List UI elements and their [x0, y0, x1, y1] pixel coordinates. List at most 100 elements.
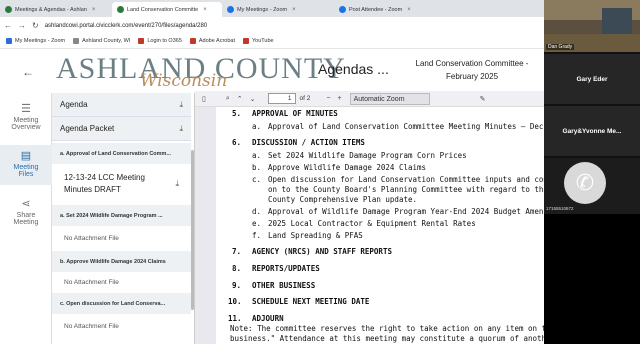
item-letter: d. [252, 207, 262, 216]
bookmark-o365[interactable]: Login to O365 [138, 38, 182, 44]
section-header[interactable]: b. Approve Wildlife Damage 2024 Claims [52, 251, 191, 272]
page-total: of 2 [299, 95, 311, 102]
download-icon[interactable]: ⤓ [179, 100, 183, 110]
phone-number: 17155510672 [546, 206, 574, 211]
item-letter: b. [252, 163, 262, 172]
item-letter: c. [252, 175, 262, 184]
agenda-item: Approval of Land Conservation Committee … [268, 122, 544, 131]
file-label: No Attachment File [64, 322, 119, 330]
item-number: 7. [232, 247, 242, 256]
rail-item-share[interactable]: ⋖ Share Meeting [0, 193, 52, 235]
office-icon [138, 38, 145, 44]
agenda-item: Approval of Wildlife Damage Program Year… [268, 207, 544, 216]
zoom-participants: Dan Grady Gary Eder Gary&Yvonne Me... ✆ … [544, 0, 640, 344]
rail-item-files[interactable]: ▤ Meeting Files [0, 145, 52, 185]
url-field[interactable]: ashlandcowi.portal.civicclerk.com/event/… [45, 23, 207, 29]
agenda-note: Note: The committee reserves the right t… [230, 324, 544, 333]
participant-tile[interactable]: Gary&Yvonne Me... [544, 106, 640, 156]
close-icon[interactable]: × [292, 7, 296, 13]
bookmark-youtube[interactable]: YouTube [242, 38, 274, 44]
back-arrow-icon[interactable]: ← [22, 65, 34, 79]
close-icon[interactable]: × [92, 7, 96, 13]
panel-scrollbar[interactable] [191, 150, 194, 310]
agenda-packet-label: Agenda Packet [60, 124, 115, 133]
address-bar: ← → ↻ ashlandcowi.portal.civicclerk.com/… [0, 17, 544, 34]
section-header[interactable]: c. Open discussion for Land Conserva... [52, 293, 191, 314]
bookmark-adobe[interactable]: Adobe Acrobat [189, 38, 235, 44]
list-icon: ☰ [21, 103, 31, 115]
phone-icon: ✆ [575, 170, 595, 195]
file-item[interactable]: 12-13-24 LCC Meeting Minutes DRAFT ⤓ [52, 171, 191, 197]
download-icon[interactable]: ⤓ [179, 124, 183, 134]
agenda-heading: ADJOURN [252, 314, 284, 323]
agenda-packet-row[interactable]: Agenda Packet ⤓ [52, 117, 191, 141]
item-number: 9. [232, 281, 242, 290]
bookmark-label: My Meetings - Zoom [15, 38, 66, 44]
tab-meetings-agendas[interactable]: Meetings & Agendas - Ashlan × [0, 2, 112, 17]
file-item: No Attachment File [52, 229, 191, 247]
section-header[interactable]: a. Set 2024 Wildlife Damage Program ... [52, 205, 191, 226]
tab-land-conservation[interactable]: Land Conservation Committe × [112, 2, 222, 17]
tab-label: My Meetings - Zoom [237, 6, 288, 13]
participant-name: Dan Grady [546, 44, 575, 50]
adobe-icon [189, 38, 196, 44]
file-label: No Attachment File [64, 234, 119, 242]
bookmark-label: Adobe Acrobat [198, 38, 235, 44]
close-icon[interactable]: × [203, 7, 207, 13]
tab-post-attendee-zoom[interactable]: Post Attendee - Zoom × [334, 2, 446, 17]
file-label: No Attachment File [64, 278, 119, 286]
rail-label: Files [18, 171, 34, 178]
agenda-heading: DISCUSSION / ACTION ITEMS [252, 138, 365, 147]
meeting-title: Land Conservation Committee - February 2… [415, 59, 529, 81]
agenda-heading: SCHEDULE NEXT MEETING DATE [252, 297, 370, 306]
agenda-heading: REPORTS/UPDATES [252, 264, 320, 273]
item-letter: a. [252, 151, 262, 160]
draw-icon[interactable]: ✎ [480, 95, 486, 103]
agenda-item-cont: County Comprehensive Plan update. [268, 195, 418, 204]
rail-label: Share [16, 212, 36, 219]
bookmark-my-meetings[interactable]: My Meetings - Zoom [6, 38, 65, 44]
zoom-select[interactable]: Automatic Zoom [349, 92, 430, 105]
pdf-toolbar: ▯ ⌕ ⌃ ⌄ 1 of 2 − + Automatic Zoom ✎ [195, 91, 544, 107]
zoom-out-icon[interactable]: − [326, 95, 330, 102]
rail-item-overview[interactable]: ☰ Meeting Overview [0, 97, 52, 139]
reload-icon[interactable]: ↻ [32, 21, 39, 30]
agenda-item: Open discussion for Land Conservation Co… [268, 175, 544, 184]
page-up-icon[interactable]: ⌃ [237, 95, 243, 103]
app-header: ← ASHLAND COUNTY Wisconsin Agendas ... L… [0, 49, 544, 93]
agenda-row[interactable]: Agenda ⤓ [52, 93, 191, 117]
youtube-icon [242, 38, 249, 44]
rail-label: Meeting [13, 164, 39, 171]
forward-arrow-icon[interactable]: → [18, 21, 26, 30]
rail-label: Meeting [13, 117, 39, 124]
agenda-heading: APPROVAL OF MINUTES [252, 109, 338, 118]
participant-tile[interactable]: Gary Eder [544, 54, 640, 104]
page-title: Agendas ... [318, 61, 389, 77]
item-number: 10. [228, 297, 242, 306]
tab-label: Meetings & Agendas - Ashlan [15, 6, 87, 13]
county-icon [73, 38, 80, 44]
bookmark-ashland-county[interactable]: Ashland County, WI [73, 38, 130, 44]
back-arrow-icon[interactable]: ← [4, 21, 12, 30]
page-down-icon[interactable]: ⌄ [250, 95, 256, 103]
section-header[interactable]: a. Approval of Land Conservation Comm... [52, 143, 191, 164]
video-tile[interactable]: Dan Grady [544, 0, 640, 52]
download-icon[interactable]: ⤓ [175, 178, 179, 190]
sidebar-toggle-icon[interactable]: ▯ [202, 95, 206, 103]
share-icon: ⋖ [21, 198, 31, 210]
search-icon[interactable]: ⌕ [226, 95, 230, 103]
tab-my-meetings-zoom[interactable]: My Meetings - Zoom × [222, 2, 334, 17]
file-item: No Attachment File [52, 317, 191, 335]
rail-label: Overview [11, 124, 41, 131]
tab-label: Land Conservation Committe [127, 6, 199, 13]
pdf-page: 5. APPROVAL OF MINUTES a. Approval of La… [216, 107, 544, 344]
agenda-item: Approve Wildlife Damage 2024 Claims [268, 163, 427, 172]
bookmark-label: Ashland County, WI [82, 38, 131, 44]
agenda-heading: AGENCY (NRCS) AND STAFF REPORTS [252, 247, 392, 256]
page-number-input[interactable]: 1 [267, 93, 296, 104]
close-icon[interactable]: × [407, 7, 411, 13]
screen: Meetings & Agendas - Ashlan × Land Conse… [0, 0, 640, 344]
file-label: 12-13-24 LCC Meeting Minutes DRAFT [64, 173, 145, 194]
zoom-in-icon[interactable]: + [337, 95, 341, 102]
rail-label: Meeting [13, 219, 39, 226]
